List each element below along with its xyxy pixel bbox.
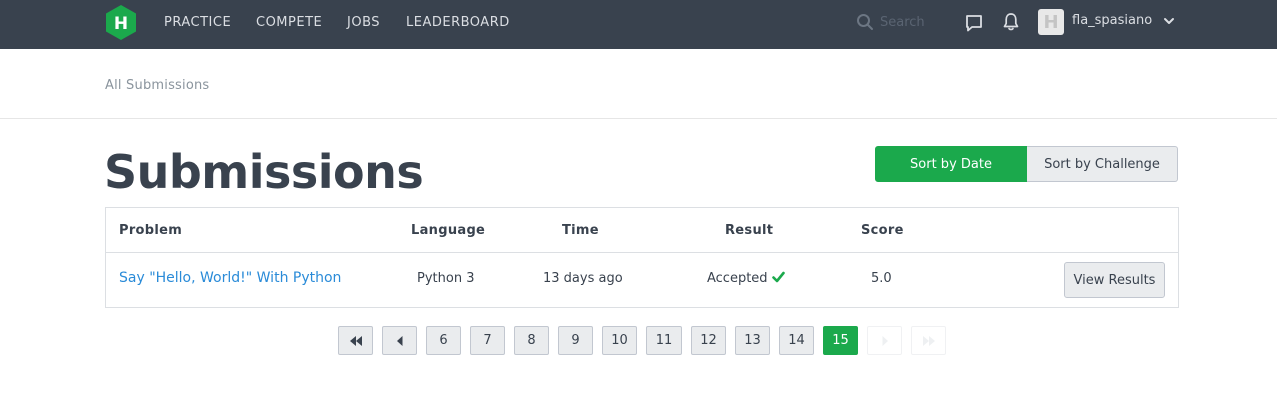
breadcrumb-bar: All Submissions xyxy=(0,49,1277,119)
last-page-button xyxy=(911,326,946,355)
column-header-problem: Problem xyxy=(119,223,183,238)
notifications-bell-icon[interactable] xyxy=(1002,12,1020,32)
arrow-right-icon xyxy=(882,335,888,346)
user-avatar[interactable]: H xyxy=(1038,9,1064,35)
column-header-time: Time xyxy=(562,223,599,238)
username-menu[interactable]: fla_spasiano xyxy=(1072,12,1152,30)
first-page-button[interactable] xyxy=(338,326,373,355)
logo-letter: H xyxy=(114,14,128,34)
hackerrank-logo-icon[interactable]: H xyxy=(104,4,138,41)
page-title: Submissions xyxy=(104,145,424,199)
view-results-button[interactable]: View Results xyxy=(1064,262,1165,298)
arrow-left-icon xyxy=(396,335,402,346)
breadcrumb-all-submissions[interactable]: All Submissions xyxy=(105,78,209,93)
nav-leaderboard[interactable]: LEADERBOARD xyxy=(406,14,510,32)
double-arrow-left-icon xyxy=(349,335,362,346)
search-icon xyxy=(857,14,873,30)
page-button-15-current[interactable]: 15 xyxy=(823,326,858,355)
column-header-language: Language xyxy=(411,223,486,238)
score-cell: 5.0 xyxy=(871,271,892,286)
column-header-score: Score xyxy=(861,223,904,238)
nav-practice[interactable]: PRACTICE xyxy=(164,14,231,32)
submissions-table: Problem Language Time Result Score Say "… xyxy=(105,207,1179,308)
table-header: Problem Language Time Result Score xyxy=(106,208,1178,253)
result-text: Accepted xyxy=(707,271,768,286)
page-button-7[interactable]: 7 xyxy=(470,326,505,355)
page-button-11[interactable]: 11 xyxy=(646,326,682,355)
double-arrow-right-icon xyxy=(922,335,935,346)
nav-jobs[interactable]: JOBS xyxy=(347,14,380,32)
sort-by-challenge-button[interactable]: Sort by Challenge xyxy=(1027,146,1178,182)
top-navigation: H PRACTICE COMPETE JOBS LEADERBOARD H fl… xyxy=(0,0,1277,49)
sort-by-date-button[interactable]: Sort by Date xyxy=(875,146,1027,182)
next-page-button xyxy=(867,326,902,355)
nav-compete[interactable]: COMPETE xyxy=(256,14,322,32)
page-button-8[interactable]: 8 xyxy=(514,326,549,355)
search-box xyxy=(856,10,956,34)
page-button-9[interactable]: 9 xyxy=(558,326,593,355)
checkmark-icon xyxy=(771,271,785,283)
column-header-result: Result xyxy=(725,223,774,238)
language-cell: Python 3 xyxy=(417,271,475,286)
result-cell: Accepted xyxy=(707,271,785,286)
previous-page-button[interactable] xyxy=(382,326,417,355)
problem-link[interactable]: Say "Hello, World!" With Python xyxy=(119,270,341,286)
messages-icon[interactable] xyxy=(964,13,984,33)
page-button-10[interactable]: 10 xyxy=(602,326,637,355)
page-button-13[interactable]: 13 xyxy=(735,326,770,355)
page-button-14[interactable]: 14 xyxy=(779,326,814,355)
time-cell: 13 days ago xyxy=(543,271,623,286)
page-button-6[interactable]: 6 xyxy=(426,326,461,355)
page-button-12[interactable]: 12 xyxy=(691,326,726,355)
table-row: Say "Hello, World!" With Python Python 3… xyxy=(106,253,1178,307)
chevron-down-icon[interactable] xyxy=(1163,15,1175,27)
search-input[interactable] xyxy=(880,10,954,34)
